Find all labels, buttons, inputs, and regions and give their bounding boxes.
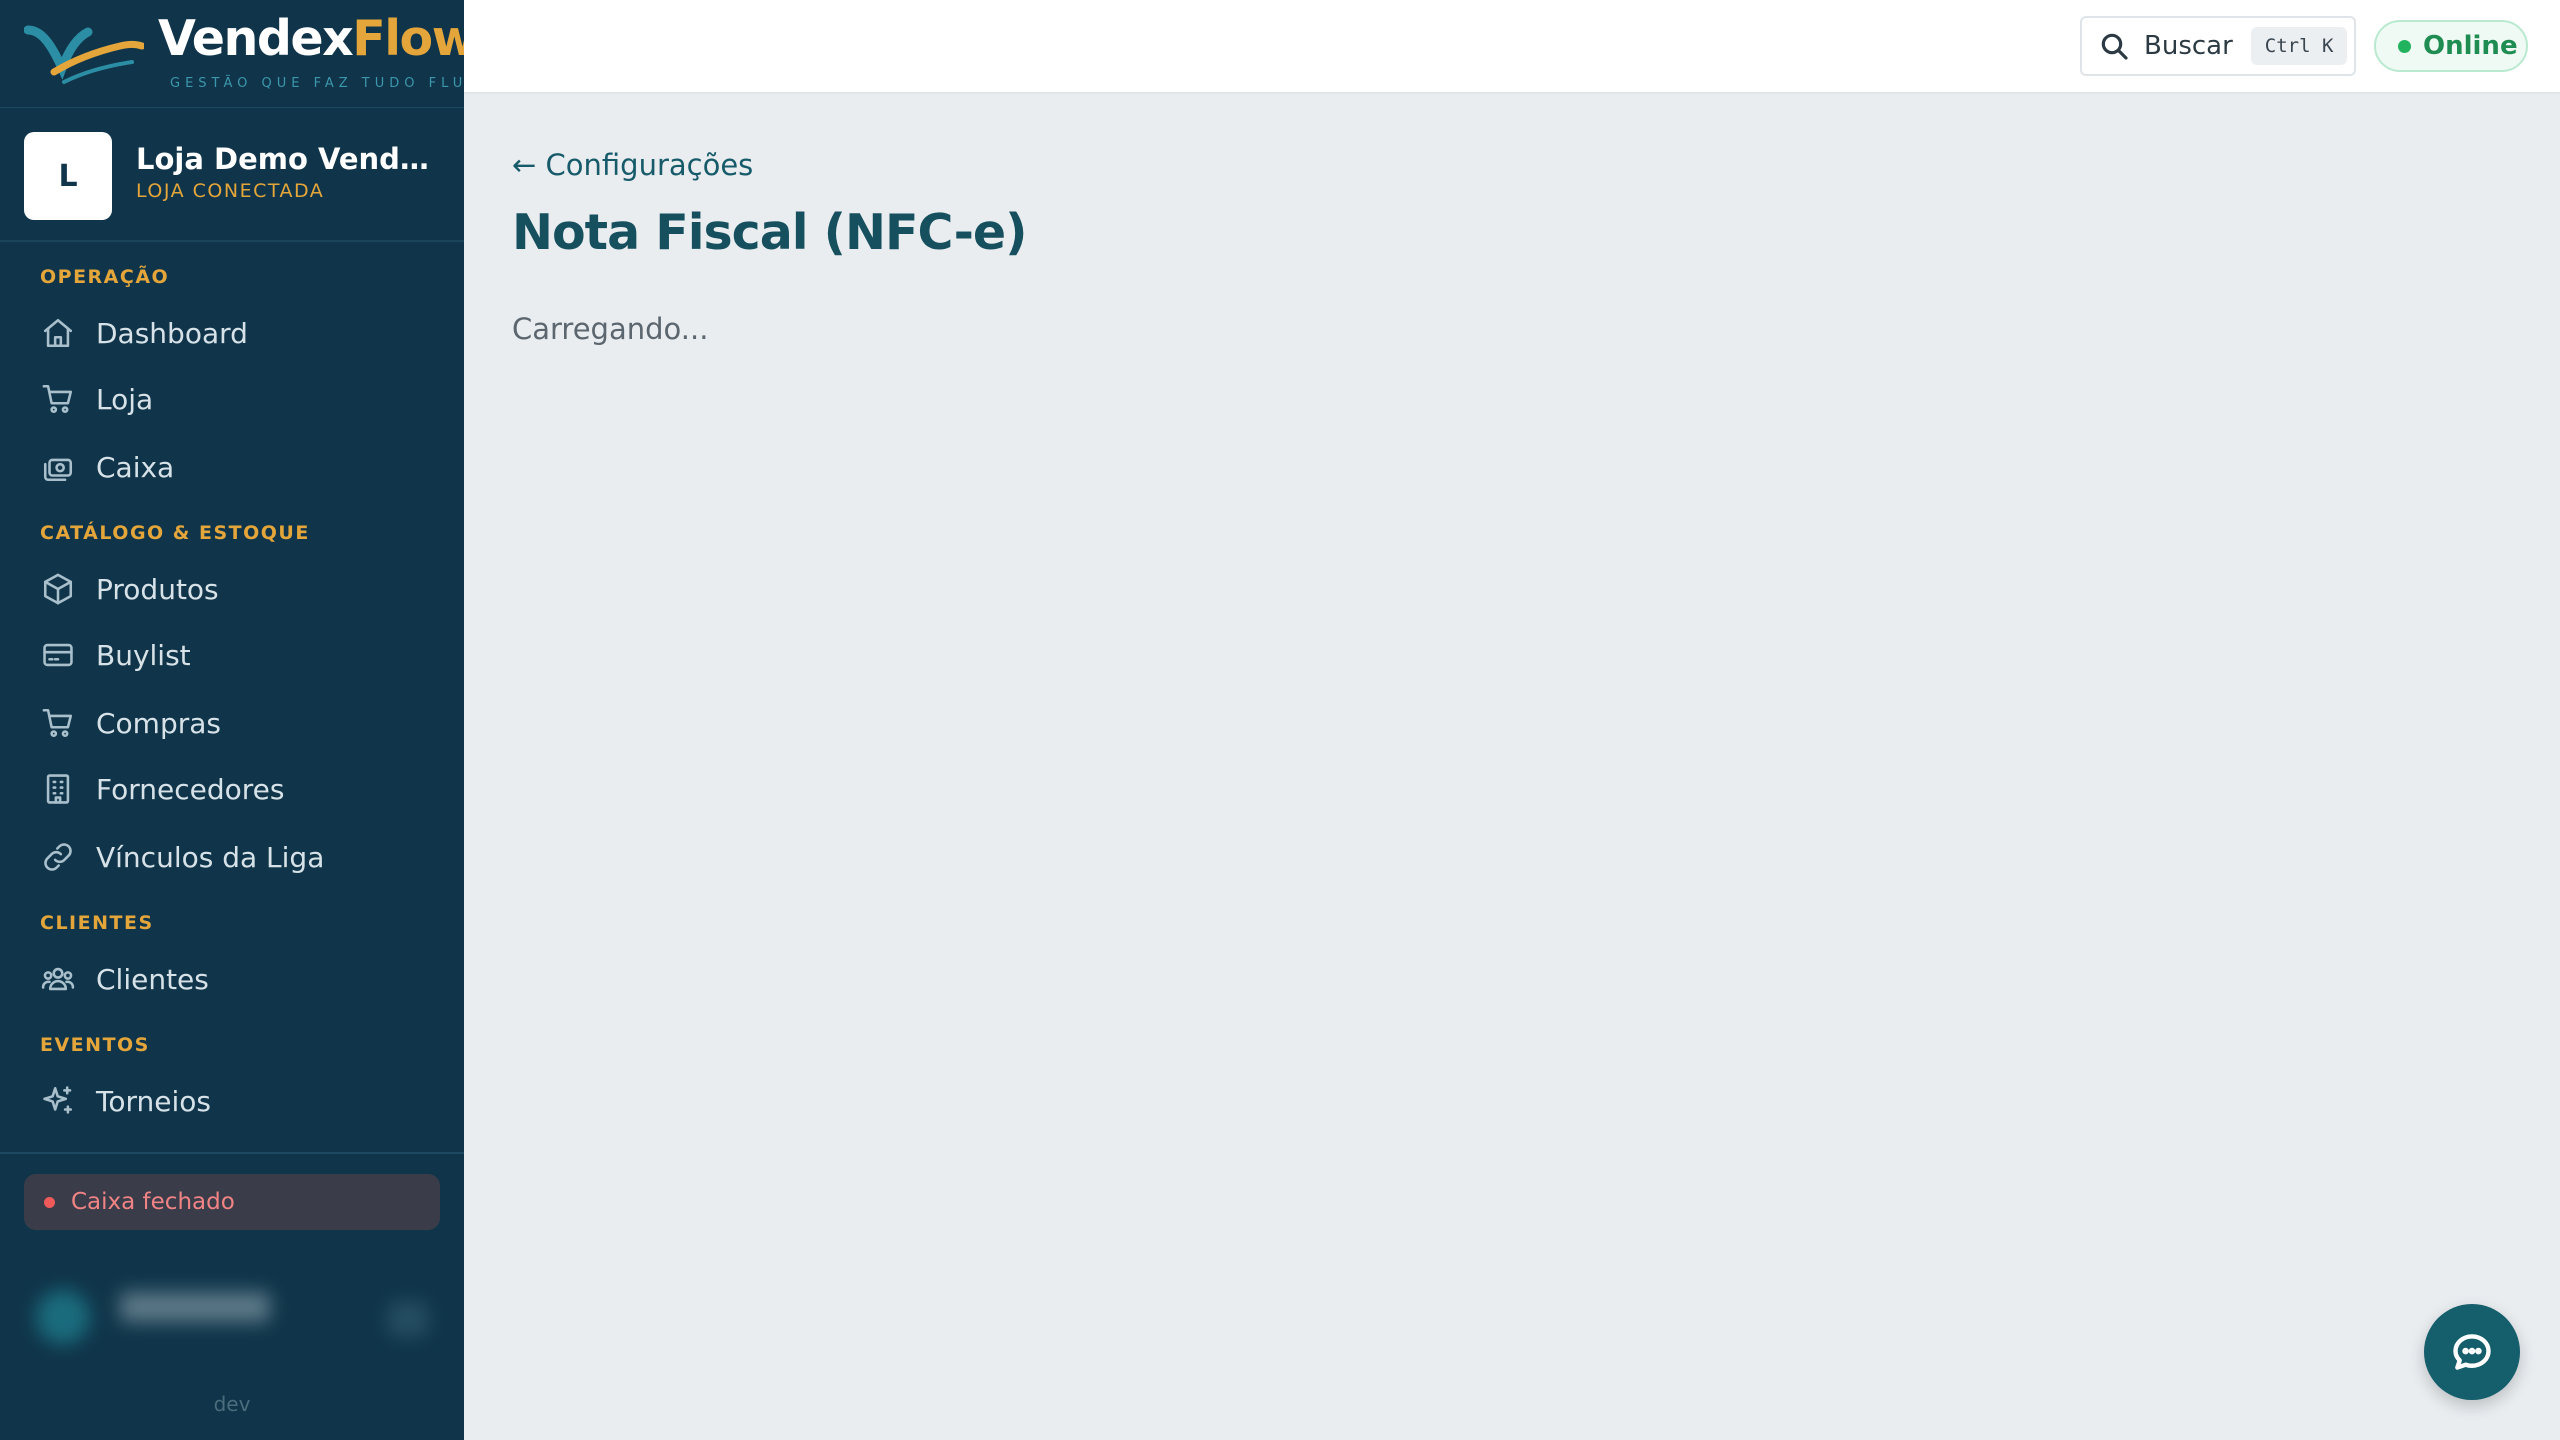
user-profile-blurred[interactable] xyxy=(28,1280,448,1350)
cash-status-label: Caixa fechado xyxy=(71,1189,235,1215)
sidebar-item-label: Vínculos da Liga xyxy=(96,840,325,874)
avatar xyxy=(36,1290,90,1344)
building-icon xyxy=(40,771,76,807)
connection-status-badge: Online xyxy=(2374,20,2528,72)
sidebar-item-label: Dashboard xyxy=(96,316,248,350)
user-name-redacted xyxy=(120,1292,270,1322)
back-to-settings-link[interactable]: ← Configurações xyxy=(512,148,753,182)
sidebar-item-caixa[interactable]: Caixa xyxy=(24,438,440,496)
brand-name-accent: Flow xyxy=(352,10,477,67)
users-icon xyxy=(40,961,76,997)
chat-bubble-icon xyxy=(2453,1334,2491,1370)
user-menu-icon xyxy=(388,1302,428,1336)
sidebar-item-loja[interactable]: Loja xyxy=(24,370,440,428)
sidebar-item-dashboard[interactable]: Dashboard xyxy=(24,304,440,362)
brand-name-main: Vendex xyxy=(158,10,354,67)
sidebar-item-label: Buylist xyxy=(96,638,191,672)
sidebar-item-label: Compras xyxy=(96,706,221,740)
environment-label: dev xyxy=(213,1392,251,1416)
card-icon xyxy=(40,637,76,673)
section-title-catalogo: CATÁLOGO & ESTOQUE xyxy=(40,522,310,544)
cart-icon xyxy=(40,705,76,741)
sidebar-item-label: Loja xyxy=(96,382,154,416)
top-bar: Buscar Ctrl K Online xyxy=(464,0,2560,94)
store-status: LOJA CONECTADA xyxy=(136,180,325,202)
box-icon xyxy=(40,571,76,607)
section-title-operacao: OPERAÇÃO xyxy=(40,266,170,288)
sidebar-item-torneios[interactable]: Torneios xyxy=(24,1072,440,1130)
vendexflow-logo-icon xyxy=(24,25,144,84)
sidebar-item-fornecedores[interactable]: Fornecedores xyxy=(24,760,440,818)
online-dot-icon xyxy=(2398,39,2411,53)
link-icon xyxy=(40,839,76,875)
sparkles-icon xyxy=(40,1083,76,1119)
cash-status-dot-icon xyxy=(44,1196,55,1208)
sidebar-item-clientes[interactable]: Clientes xyxy=(24,950,440,1008)
store-switcher[interactable]: L Loja Demo VendexFlow LOJA CONECTADA xyxy=(0,108,464,242)
sidebar-divider xyxy=(0,1152,464,1154)
section-title-clientes: CLIENTES xyxy=(40,912,154,934)
page-title: Nota Fiscal (NFC-e) xyxy=(512,204,1028,261)
sidebar-item-buylist[interactable]: Buylist xyxy=(24,626,440,684)
sidebar-item-vinculos-da-liga[interactable]: Vínculos da Liga xyxy=(24,828,440,886)
sidebar-item-label: Fornecedores xyxy=(96,772,285,806)
sidebar: VendexFlow GESTÃO QUE FAZ TUDO FLUIR L L… xyxy=(0,0,485,1440)
store-name: Loja Demo VendexFlow xyxy=(136,142,436,176)
cash-register-icon xyxy=(40,449,76,485)
home-icon xyxy=(40,315,76,351)
chat-button[interactable] xyxy=(2424,1304,2520,1400)
sidebar-item-compras[interactable]: Compras xyxy=(24,694,440,752)
search-shortcut-hint: Ctrl K xyxy=(2250,27,2348,65)
cash-status-badge[interactable]: Caixa fechado xyxy=(24,1174,440,1230)
brand-tagline: GESTÃO QUE FAZ TUDO FLUIR xyxy=(170,76,491,91)
connection-status-label: Online xyxy=(2423,31,2518,61)
cart-icon xyxy=(40,381,76,417)
section-title-eventos: EVENTOS xyxy=(40,1034,150,1056)
loading-text: Carregando... xyxy=(512,312,709,346)
sidebar-item-label: Caixa xyxy=(96,450,175,484)
sidebar-item-label: Torneios xyxy=(96,1084,211,1118)
app-root: VendexFlow GESTÃO QUE FAZ TUDO FLUIR L L… xyxy=(0,0,2560,1440)
search-icon xyxy=(2101,33,2128,60)
sidebar-item-label: Clientes xyxy=(96,962,209,996)
search-button[interactable]: Buscar Ctrl K xyxy=(2080,16,2356,76)
brand-header[interactable]: VendexFlow GESTÃO QUE FAZ TUDO FLUIR xyxy=(0,0,485,108)
sidebar-item-produtos[interactable]: Produtos xyxy=(24,560,440,618)
brand-name: VendexFlow xyxy=(158,10,477,67)
sidebar-item-label: Produtos xyxy=(96,572,219,606)
search-label: Buscar xyxy=(2144,31,2233,61)
store-avatar: L xyxy=(24,132,112,220)
